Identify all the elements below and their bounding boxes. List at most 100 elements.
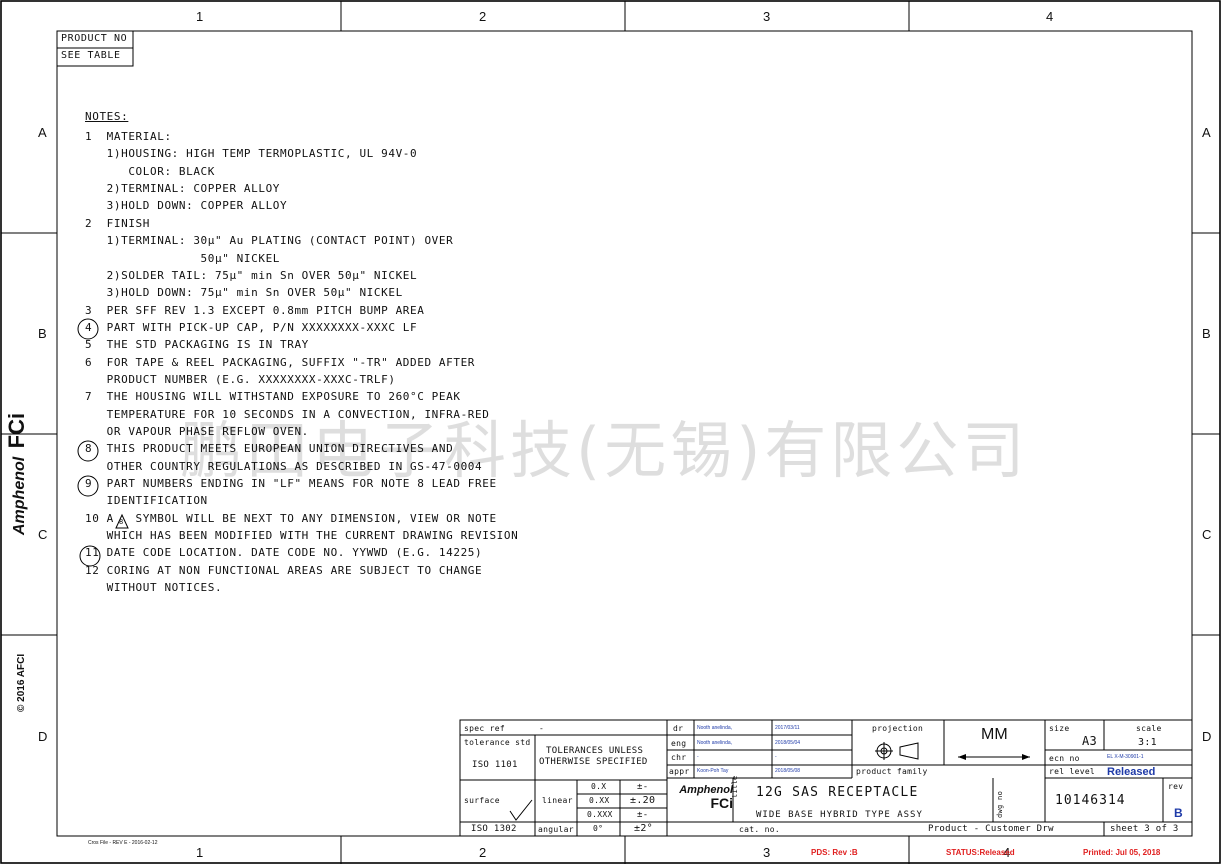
rel-level-value: Released bbox=[1107, 766, 1156, 778]
product-no-value: SEE TABLE bbox=[61, 50, 121, 61]
title-label: title bbox=[731, 775, 739, 798]
rev-value: B bbox=[1174, 806, 1183, 820]
cat-no-label: cat. no. bbox=[739, 825, 780, 834]
note-line: 11 DATE CODE LOCATION. DATE CODE NO. YYW… bbox=[85, 546, 483, 560]
side-logo: Amphenol FCi bbox=[4, 413, 30, 535]
zone-label-top-4: 4 bbox=[1046, 9, 1054, 24]
zone-label-left-c: C bbox=[38, 527, 48, 542]
role-dr: dr bbox=[673, 724, 684, 733]
zone-label-top-2: 2 bbox=[479, 9, 487, 24]
role-eng-name: Nooth anelinda, bbox=[697, 740, 733, 746]
zone-label-right-a: A bbox=[1202, 125, 1211, 140]
note-line: 6 FOR TAPE & REEL PACKAGING, SUFFIX "-TR… bbox=[85, 355, 476, 369]
role-appr-name: Koon-Poh Tay bbox=[697, 768, 729, 774]
notes-heading: NOTES: bbox=[85, 110, 129, 123]
zone-label-right-b: B bbox=[1202, 326, 1211, 341]
product-no-label: PRODUCT NO bbox=[61, 33, 128, 44]
note-line: WITHOUT NOTICES. bbox=[85, 581, 223, 595]
logo-fci-text: FCi bbox=[710, 795, 733, 811]
note-line: 5 THE STD PACKAGING IS IN TRAY bbox=[85, 338, 309, 352]
zone-label-left-a: A bbox=[38, 125, 47, 140]
role-appr-date: 2018/05/08 bbox=[775, 768, 801, 774]
zone-label-bottom-2: 2 bbox=[479, 845, 487, 860]
tol-dim-3: 0° bbox=[593, 824, 604, 833]
tol-dim-2: 0.XXX bbox=[587, 810, 613, 819]
spec-ref-label: spec ref bbox=[464, 724, 505, 733]
zone-label-top-1: 1 bbox=[196, 9, 204, 24]
tol-val-1: ±.20 bbox=[630, 795, 656, 806]
note-line: 4 PART WITH PICK-UP CAP, P/N XXXXXXXX-XX… bbox=[85, 320, 418, 334]
note-line: PRODUCT NUMBER (E.G. XXXXXXXX-XXXC-TRLF) bbox=[85, 372, 396, 386]
note-line: 50μ" NICKEL bbox=[85, 251, 281, 265]
side-copyright: © 2016 AFCI bbox=[16, 653, 27, 712]
role-eng-date: 2018/05/04 bbox=[775, 740, 801, 746]
note-line: 2 FINISH bbox=[85, 216, 151, 230]
units-label: MM bbox=[981, 726, 1008, 743]
cross-file-label: Cros File - REV E - 2016-02-12 bbox=[88, 840, 158, 846]
tolerance-note-2: OTHERWISE SPECIFIED bbox=[539, 757, 648, 767]
tolerance-note-1: TOLERANCES UNLESS bbox=[546, 746, 644, 756]
role-eng: eng bbox=[671, 739, 687, 748]
ecn-value: EL X-M-30901-1 bbox=[1107, 754, 1144, 760]
dwg-number: 10146314 bbox=[1055, 793, 1126, 808]
note-line: 3)HOLD DOWN: COPPER ALLOY bbox=[85, 199, 288, 213]
note-line: 3 PER SFF REV 1.3 EXCEPT 0.8mm PITCH BUM… bbox=[85, 303, 425, 317]
status-released: STATUS:Released bbox=[946, 848, 1015, 857]
role-chr-name: - bbox=[697, 754, 699, 760]
scale-label: scale bbox=[1136, 724, 1162, 733]
note-line: 10 A SYMBOL WILL BE NEXT TO ANY DIMENSIO… bbox=[85, 511, 497, 525]
role-chr-date: - bbox=[775, 754, 777, 760]
angular-label: angular bbox=[538, 825, 574, 834]
note-line: 1)TERMINAL: 30μ" Au PLATING (CONTACT POI… bbox=[85, 234, 454, 248]
tolerance-std-value: ISO 1101 bbox=[472, 760, 518, 770]
sheet-label: sheet 3 of 3 bbox=[1110, 824, 1179, 834]
tolerance-std-label: tolerance std bbox=[464, 738, 531, 747]
note-line: COLOR: BLACK bbox=[85, 164, 216, 178]
amphenol-fci-logo: Amphenol FCi bbox=[669, 784, 733, 810]
title-line-1: 12G SAS RECEPTACLE bbox=[756, 785, 919, 800]
title-line-2: WIDE BASE HYBRID TYPE ASSY bbox=[756, 810, 923, 820]
product-family-label: product family bbox=[856, 767, 928, 776]
role-appr: appr bbox=[669, 767, 690, 776]
rel-level-label: rel level bbox=[1049, 767, 1096, 776]
size-value: A3 bbox=[1082, 734, 1098, 748]
zone-label-bottom-1: 1 bbox=[196, 845, 204, 860]
dwg-label: dwg no bbox=[996, 790, 1004, 818]
note-line: IDENTIFICATION bbox=[85, 494, 208, 508]
rev-label: rev bbox=[1168, 782, 1184, 791]
tol-dim-1: 0.XX bbox=[589, 796, 610, 805]
product-customer-drw: Product - Customer Drw bbox=[928, 824, 1054, 834]
projection-label: projection bbox=[872, 724, 924, 733]
zone-label-left-b: B bbox=[38, 326, 47, 341]
size-label: size bbox=[1049, 724, 1070, 733]
spec-ref-value: - bbox=[539, 724, 545, 733]
zone-label-bottom-3: 3 bbox=[763, 845, 771, 860]
tol-val-0: ±- bbox=[637, 782, 649, 792]
tol-dim-0: 0.X bbox=[591, 782, 607, 791]
note-line: 1)HOUSING: HIGH TEMP TERMOPLASTIC, UL 94… bbox=[85, 147, 418, 161]
surface-label: surface bbox=[464, 796, 500, 805]
scale-value: 3:1 bbox=[1138, 737, 1157, 748]
pds-rev: PDS: Rev :B bbox=[811, 848, 858, 857]
watermark: 鹏田电子科技(无锡)有限公司 bbox=[180, 414, 1029, 487]
tol-val-2: ±- bbox=[637, 810, 649, 820]
zone-label-top-3: 3 bbox=[763, 9, 771, 24]
surface-std: ISO 1302 bbox=[471, 824, 517, 834]
role-dr-date: 2017/03/11 bbox=[775, 725, 800, 731]
zone-label-left-d: D bbox=[38, 729, 48, 744]
note-line: 3)HOLD DOWN: 75μ" min Sn OVER 50μ" NICKE… bbox=[85, 286, 403, 300]
side-logo-amphenol: Amphenol bbox=[11, 456, 28, 535]
note-line: WHICH HAS BEEN MODIFIED WITH THE CURRENT… bbox=[85, 529, 519, 542]
zone-label-right-d: D bbox=[1202, 729, 1212, 744]
note-line: 12 CORING AT NON FUNCTIONAL AREAS ARE SU… bbox=[85, 563, 483, 577]
revision-delta-icon: 8 bbox=[119, 518, 124, 526]
note-line: 2)TERMINAL: COPPER ALLOY bbox=[85, 182, 281, 196]
role-chr: chr bbox=[671, 753, 687, 762]
role-dr-name: Nooth anelinda, bbox=[697, 725, 733, 731]
linear-label: linear bbox=[542, 796, 573, 805]
zone-label-right-c: C bbox=[1202, 527, 1212, 542]
note-line: 2)SOLDER TAIL: 75μ" min Sn OVER 50μ" NIC… bbox=[85, 268, 418, 282]
printed-date: Printed: Jul 05, 2018 bbox=[1083, 848, 1161, 857]
tol-val-3: ±2° bbox=[634, 823, 653, 834]
ecn-label: ecn no bbox=[1049, 754, 1080, 763]
